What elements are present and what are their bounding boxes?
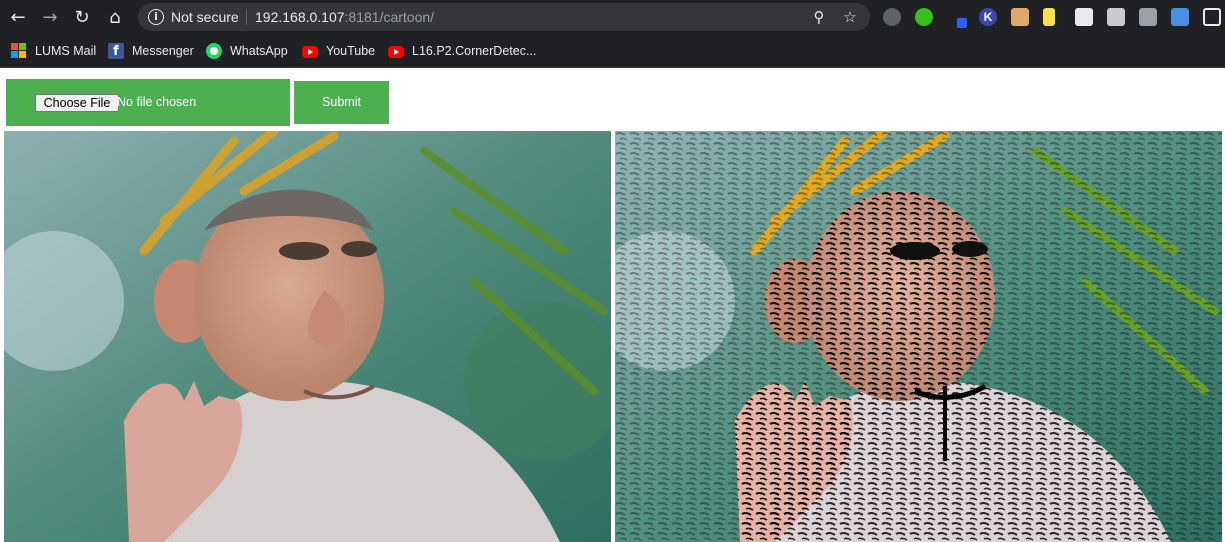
extension-icon[interactable] bbox=[1139, 8, 1157, 26]
bookmarks-bar: LUMS Mail f Messenger WhatsApp YouTube L… bbox=[0, 34, 1225, 68]
address-bar[interactable]: i Not secure 192.168.0.107:8181/cartoon/… bbox=[138, 3, 870, 31]
youtube-icon bbox=[302, 46, 318, 58]
upload-form: Choose File No file chosen bbox=[6, 79, 290, 126]
choose-file-button[interactable]: Choose File bbox=[35, 94, 119, 112]
extension-icon[interactable] bbox=[1171, 8, 1189, 26]
browser-toolbar: ← → ↻ ⌂ i Not secure 192.168.0.107:8181/… bbox=[0, 0, 1225, 34]
back-arrow-icon[interactable]: ← bbox=[6, 5, 30, 29]
youtube-icon bbox=[388, 46, 404, 58]
bookmark-corner-detection[interactable]: L16.P2.CornerDetec... bbox=[388, 41, 536, 61]
bookmark-label: WhatsApp bbox=[230, 44, 288, 58]
extension-icon[interactable] bbox=[1107, 8, 1125, 26]
extension-icon[interactable] bbox=[1011, 8, 1029, 26]
omnibox-divider bbox=[246, 9, 247, 25]
bookmark-lums-mail[interactable]: LUMS Mail bbox=[11, 41, 96, 61]
submit-button[interactable]: Submit bbox=[294, 81, 389, 124]
url-text[interactable]: 192.168.0.107:8181/cartoon/ bbox=[255, 9, 434, 25]
extension-icon[interactable]: K bbox=[979, 8, 997, 26]
reload-icon[interactable]: ↻ bbox=[70, 5, 94, 29]
whatsapp-icon bbox=[206, 43, 222, 59]
extension-icon[interactable] bbox=[883, 8, 901, 26]
info-icon[interactable]: i bbox=[148, 9, 164, 25]
bookmark-label: YouTube bbox=[326, 44, 376, 58]
original-image bbox=[4, 131, 611, 542]
bookmark-label: LUMS Mail bbox=[35, 44, 97, 58]
bookmark-messenger[interactable]: f Messenger bbox=[108, 41, 194, 61]
home-icon[interactable]: ⌂ bbox=[103, 5, 127, 29]
extension-icon[interactable] bbox=[1043, 8, 1055, 26]
facebook-icon: f bbox=[108, 43, 124, 59]
bookmark-whatsapp[interactable]: WhatsApp bbox=[206, 41, 288, 61]
bookmark-youtube[interactable]: YouTube bbox=[302, 41, 375, 61]
extension-icon[interactable] bbox=[1075, 8, 1093, 26]
bookmark-label: Messenger bbox=[132, 44, 194, 58]
extension-icon[interactable] bbox=[915, 8, 933, 26]
zoom-icon[interactable]: ⚲ bbox=[809, 7, 829, 27]
bookmark-label: L16.P2.CornerDetec... bbox=[412, 44, 537, 58]
url-path: :8181/cartoon/ bbox=[344, 9, 435, 25]
file-status-text: No file chosen bbox=[117, 95, 197, 109]
menu-icon[interactable] bbox=[1203, 8, 1221, 26]
security-label[interactable]: Not secure bbox=[171, 9, 239, 25]
extension-icon[interactable] bbox=[948, 8, 967, 28]
cartoon-image bbox=[615, 131, 1222, 542]
forward-arrow-icon[interactable]: → bbox=[38, 5, 62, 29]
url-host: 192.168.0.107 bbox=[255, 9, 345, 25]
microsoft-logo-icon bbox=[11, 43, 27, 59]
bookmark-star-icon[interactable]: ☆ bbox=[840, 7, 860, 27]
